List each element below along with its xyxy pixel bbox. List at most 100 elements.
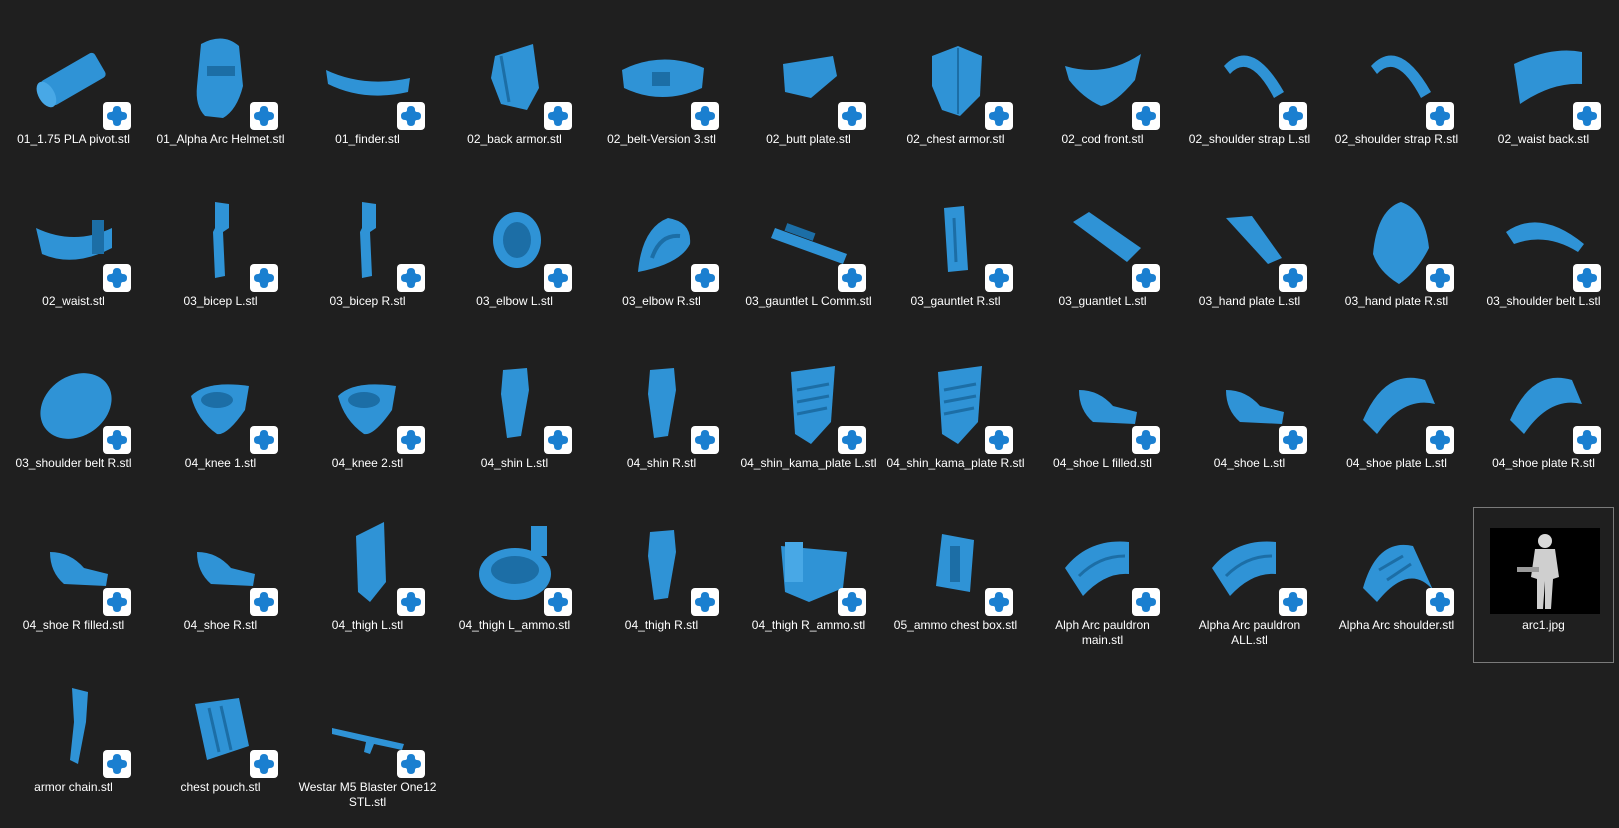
file-item[interactable]: Alpha Arc shoulder.stl: [1323, 504, 1470, 666]
file-name-label: 04_knee 1.stl: [184, 456, 257, 470]
file-name-label: 04_shoe L filled.stl: [1053, 456, 1152, 470]
file-name-label: armor chain.stl: [34, 780, 113, 794]
file-name-label: 04_shin_kama_plate L.stl: [740, 456, 877, 470]
3d-viewer-app-icon: [838, 102, 866, 130]
photo-thumbnail: [1490, 512, 1600, 616]
file-name-label: 04_thigh L.stl: [331, 618, 404, 632]
3d-viewer-app-icon: [1426, 588, 1454, 616]
file-name-label: 04_shin R.stl: [626, 456, 697, 470]
file-item[interactable]: armor chain.stl: [0, 666, 147, 828]
3d-viewer-app-icon: [1279, 264, 1307, 292]
file-name-label: 04_thigh R.stl: [624, 618, 699, 632]
file-name-label: 04_shoe plate R.stl: [1492, 456, 1595, 470]
file-name-label: Alph Arc pauldron main.stl: [1055, 618, 1150, 647]
file-item[interactable]: 03_shoulder belt R.stl: [0, 342, 147, 504]
file-item[interactable]: 04_thigh R_ammo.stl: [735, 504, 882, 666]
file-name-label: arc1.jpg: [1522, 618, 1565, 632]
file-item[interactable]: 02_shoulder strap R.stl: [1323, 18, 1470, 180]
3d-viewer-app-icon: [1573, 102, 1601, 130]
3d-viewer-app-icon: [103, 426, 131, 454]
3d-viewer-app-icon: [544, 264, 572, 292]
file-item[interactable]: 02_cod front.stl: [1029, 18, 1176, 180]
file-item[interactable]: 03_hand plate R.stl: [1323, 180, 1470, 342]
3d-viewer-app-icon: [103, 264, 131, 292]
file-item[interactable]: Alpha Arc pauldron ALL.stl: [1176, 504, 1323, 666]
file-item[interactable]: 02_butt plate.stl: [735, 18, 882, 180]
file-item[interactable]: 01_Alpha Arc Helmet.stl: [147, 18, 294, 180]
file-name-label: Alpha Arc shoulder.stl: [1338, 618, 1455, 632]
file-item[interactable]: 04_knee 1.stl: [147, 342, 294, 504]
file-item[interactable]: 04_shin L.stl: [441, 342, 588, 504]
file-item[interactable]: 02_chest armor.stl: [882, 18, 1029, 180]
3d-viewer-app-icon: [691, 264, 719, 292]
file-item[interactable]: chest pouch.stl: [147, 666, 294, 828]
file-item[interactable]: 04_shoe R.stl: [147, 504, 294, 666]
file-item[interactable]: 03_gauntlet L Comm.stl: [735, 180, 882, 342]
3d-viewer-app-icon: [1426, 102, 1454, 130]
3d-viewer-app-icon: [985, 264, 1013, 292]
file-name-label: 03_shoulder belt L.stl: [1486, 294, 1601, 308]
3d-viewer-app-icon: [250, 102, 278, 130]
file-item[interactable]: Westar M5 Blaster One12 STL.stl: [294, 666, 441, 828]
3d-viewer-app-icon: [397, 750, 425, 778]
file-item[interactable]: 02_back armor.stl: [441, 18, 588, 180]
file-item[interactable]: 03_shoulder belt L.stl: [1470, 180, 1617, 342]
file-item[interactable]: 04_thigh L.stl: [294, 504, 441, 666]
file-item[interactable]: arc1.jpg: [1470, 504, 1617, 666]
file-item[interactable]: 02_waist back.stl: [1470, 18, 1617, 180]
file-name-label: 02_back armor.stl: [467, 132, 562, 146]
file-name-label: Alpha Arc pauldron ALL.stl: [1198, 618, 1301, 647]
file-item[interactable]: 03_elbow R.stl: [588, 180, 735, 342]
3d-viewer-app-icon: [1279, 102, 1307, 130]
file-name-label: 03_guantlet L.stl: [1058, 294, 1147, 308]
file-item[interactable]: Alph Arc pauldron main.stl: [1029, 504, 1176, 666]
3d-viewer-app-icon: [397, 102, 425, 130]
file-item[interactable]: 02_waist.stl: [0, 180, 147, 342]
file-name-label: 04_shoe R filled.stl: [22, 618, 125, 632]
file-item[interactable]: 02_belt-Version 3.stl: [588, 18, 735, 180]
file-name-label: 02_shoulder strap L.stl: [1188, 132, 1311, 146]
file-item[interactable]: 04_thigh L_ammo.stl: [441, 504, 588, 666]
3d-viewer-app-icon: [691, 102, 719, 130]
file-item[interactable]: 04_thigh R.stl: [588, 504, 735, 666]
3d-viewer-app-icon: [397, 426, 425, 454]
file-name-label: Westar M5 Blaster One12 STL.stl: [298, 780, 437, 809]
3d-viewer-app-icon: [1132, 426, 1160, 454]
file-item[interactable]: 02_shoulder strap L.stl: [1176, 18, 1323, 180]
file-item[interactable]: 04_knee 2.stl: [294, 342, 441, 504]
file-item[interactable]: 01_finder.stl: [294, 18, 441, 180]
file-item[interactable]: 04_shin R.stl: [588, 342, 735, 504]
3d-viewer-app-icon: [985, 102, 1013, 130]
file-item[interactable]: 03_gauntlet R.stl: [882, 180, 1029, 342]
file-item[interactable]: 04_shoe L.stl: [1176, 342, 1323, 504]
file-item[interactable]: 03_bicep L.stl: [147, 180, 294, 342]
file-item[interactable]: 05_ammo chest box.stl: [882, 504, 1029, 666]
file-name-label: 02_waist back.stl: [1497, 132, 1590, 146]
3d-viewer-app-icon: [1279, 426, 1307, 454]
file-name-label: 03_elbow R.stl: [622, 294, 701, 308]
3d-viewer-app-icon: [1279, 588, 1307, 616]
3d-viewer-app-icon: [838, 588, 866, 616]
file-item[interactable]: 04_shoe plate L.stl: [1323, 342, 1470, 504]
file-name-label: 05_ammo chest box.stl: [893, 618, 1018, 632]
3d-viewer-app-icon: [838, 264, 866, 292]
file-item[interactable]: 04_shoe plate R.stl: [1470, 342, 1617, 504]
file-item[interactable]: 03_hand plate L.stl: [1176, 180, 1323, 342]
3d-viewer-app-icon: [1132, 588, 1160, 616]
3d-viewer-app-icon: [985, 588, 1013, 616]
file-item[interactable]: 01_1.75 PLA pivot.stl: [0, 18, 147, 180]
3d-viewer-app-icon: [1426, 426, 1454, 454]
3d-viewer-app-icon: [103, 102, 131, 130]
3d-viewer-app-icon: [250, 426, 278, 454]
file-item[interactable]: 03_elbow L.stl: [441, 180, 588, 342]
file-item[interactable]: 03_guantlet L.stl: [1029, 180, 1176, 342]
3d-viewer-app-icon: [1132, 102, 1160, 130]
file-item[interactable]: 03_bicep R.stl: [294, 180, 441, 342]
file-item[interactable]: 04_shoe R filled.stl: [0, 504, 147, 666]
3d-viewer-app-icon: [985, 426, 1013, 454]
3d-viewer-app-icon: [397, 264, 425, 292]
file-item[interactable]: 04_shoe L filled.stl: [1029, 342, 1176, 504]
3d-viewer-app-icon: [103, 750, 131, 778]
file-item[interactable]: 04_shin_kama_plate R.stl: [882, 342, 1029, 504]
file-item[interactable]: 04_shin_kama_plate L.stl: [735, 342, 882, 504]
